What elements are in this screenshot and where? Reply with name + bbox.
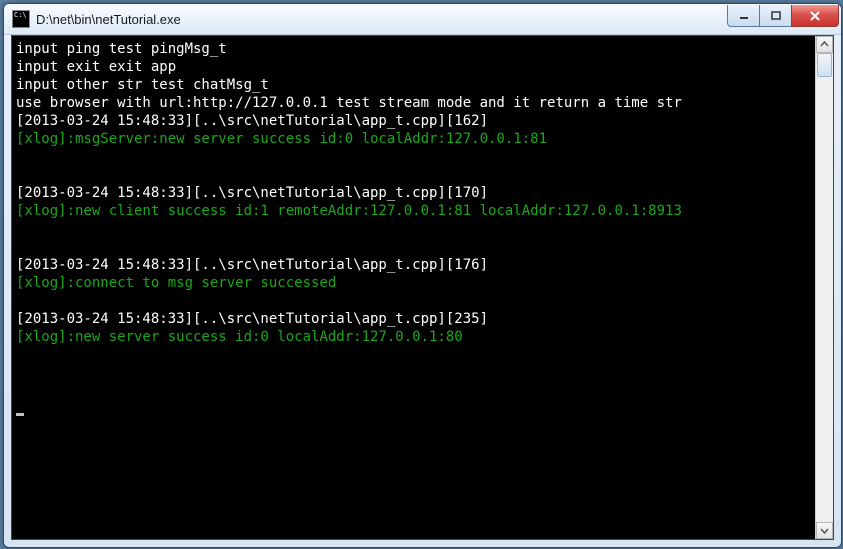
maximize-button[interactable] [759, 5, 791, 27]
console-line: [xlog]:new client success id:1 remoteAdd… [16, 202, 811, 220]
minimize-button[interactable] [727, 5, 759, 27]
console-line [16, 220, 811, 238]
app-icon [12, 10, 30, 28]
window-title: D:\net\bin\netTutorial.exe [36, 12, 727, 27]
window-frame: D:\net\bin\netTutorial.exe input ping te… [3, 3, 842, 548]
vertical-scrollbar[interactable] [815, 36, 833, 539]
scroll-down-button[interactable] [816, 522, 833, 539]
close-button[interactable] [791, 5, 839, 27]
console-line: [2013-03-24 15:48:33][..\src\netTutorial… [16, 112, 811, 130]
console-cursor-line [16, 400, 811, 418]
scrollbar-thumb[interactable] [817, 53, 832, 77]
console-line: [xlog]:msgServer:new server success id:0… [16, 130, 811, 148]
console-line: use browser with url:http://127.0.0.1 te… [16, 94, 811, 112]
maximize-icon [771, 11, 781, 21]
console-line: input other str test chatMsg_t [16, 76, 811, 94]
chevron-down-icon [820, 526, 829, 535]
console-line: [2013-03-24 15:48:33][..\src\netTutorial… [16, 310, 811, 328]
console-line: [xlog]:new server success id:0 localAddr… [16, 328, 811, 346]
console-line: input ping test pingMsg_t [16, 40, 811, 58]
minimize-icon [739, 11, 749, 21]
console-line [16, 292, 811, 310]
console-line [16, 166, 811, 184]
client-area: input ping test pingMsg_tinput exit exit… [11, 35, 834, 540]
console-line [16, 346, 811, 364]
scroll-up-button[interactable] [816, 36, 833, 53]
console-line [16, 364, 811, 382]
close-icon [809, 10, 821, 22]
console-line: [2013-03-24 15:48:33][..\src\netTutorial… [16, 256, 811, 274]
console-line: [xlog]:connect to msg server successed [16, 274, 811, 292]
console-line: input exit exit app [16, 58, 811, 76]
window-controls [727, 5, 839, 27]
titlebar[interactable]: D:\net\bin\netTutorial.exe [4, 4, 841, 35]
console-output[interactable]: input ping test pingMsg_tinput exit exit… [12, 36, 815, 539]
scrollbar-track[interactable] [816, 53, 833, 522]
cursor [16, 413, 24, 416]
console-line [16, 148, 811, 166]
chevron-up-icon [820, 40, 829, 49]
console-line: [2013-03-24 15:48:33][..\src\netTutorial… [16, 184, 811, 202]
console-line [16, 382, 811, 400]
console-line [16, 238, 811, 256]
